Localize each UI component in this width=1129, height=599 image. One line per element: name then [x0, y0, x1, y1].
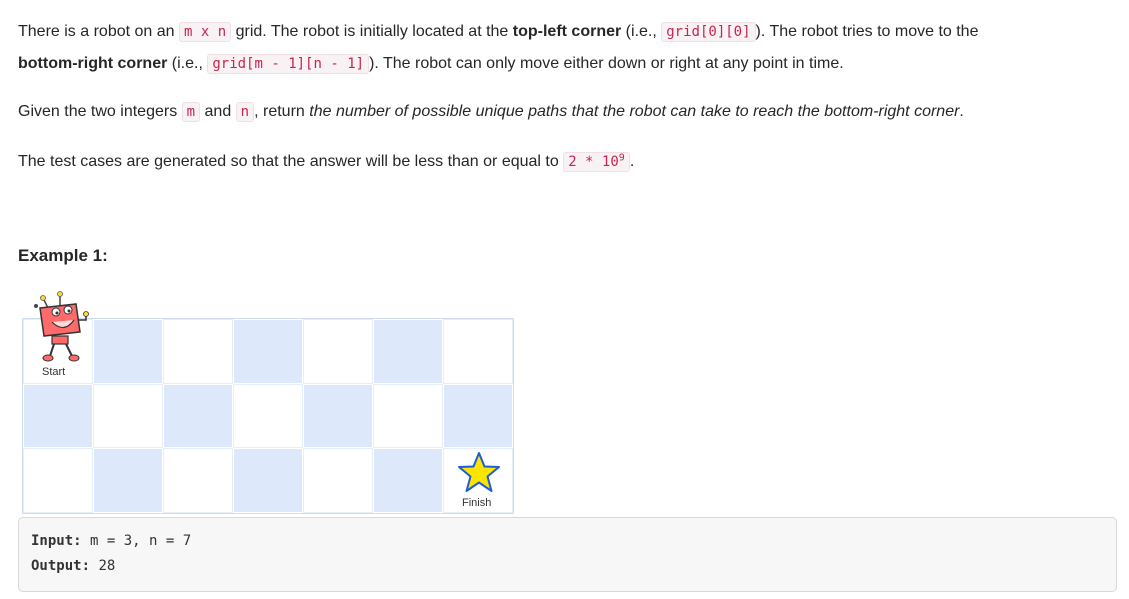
example-code-block: Input: m = 3, n = 7 Output: 28	[18, 517, 1117, 592]
grid-cell	[23, 383, 93, 449]
example-title: Example 1:	[18, 246, 108, 265]
grid-cell	[443, 383, 513, 449]
grid-cell	[93, 383, 163, 449]
grid-cell	[23, 448, 93, 513]
text: .	[959, 103, 964, 120]
inline-code: grid[m - 1][n - 1]	[207, 54, 370, 74]
grid-cell	[303, 319, 373, 384]
problem-description: There is a robot on an m x n grid. The r…	[18, 16, 1118, 178]
grid-cell	[373, 383, 443, 449]
text: (i.e.,	[167, 55, 208, 72]
grid-cell	[233, 383, 303, 449]
code-text: 2 * 10	[568, 154, 619, 170]
example-input-line: Input: m = 3, n = 7	[31, 529, 1104, 554]
grid-cell	[163, 448, 233, 513]
grid-cell	[163, 383, 233, 449]
bold-text: top-left corner	[512, 23, 622, 40]
grid-cell	[373, 319, 443, 384]
text: ). The robot tries to move to the	[755, 23, 979, 40]
description-paragraph-2: Given the two integers m and n, return t…	[18, 96, 1118, 128]
inline-code: n	[235, 102, 255, 122]
text: Given the two integers	[18, 103, 182, 120]
grid-cell	[233, 448, 303, 513]
italic-text: the number of possible unique paths that…	[309, 103, 960, 120]
text: .	[629, 153, 635, 170]
grid-cell	[443, 319, 513, 384]
inline-code: m x n	[178, 22, 232, 42]
grid-cell	[93, 319, 163, 384]
inline-code: grid[0][0]	[661, 22, 756, 42]
input-value: m = 3, n = 7	[81, 533, 192, 549]
description-paragraph-1: There is a robot on an m x n grid. The r…	[18, 16, 1118, 80]
finish-label: Finish	[462, 497, 492, 509]
grid-cell	[303, 448, 373, 513]
example-grid-image: Start Finish	[22, 291, 514, 514]
input-label: Input:	[31, 533, 82, 549]
bold-text: bottom-right corner	[18, 55, 168, 72]
text: grid. The robot is initially located at …	[231, 23, 513, 40]
text: (i.e.,	[621, 23, 662, 40]
output-label: Output:	[31, 558, 91, 574]
superscript: 9	[618, 152, 625, 164]
text: , return	[254, 103, 310, 120]
inline-code: 2 * 109	[563, 152, 630, 172]
grid-cell	[93, 448, 163, 513]
star-icon	[458, 452, 500, 492]
start-label: Start	[42, 366, 66, 378]
grid-cell	[303, 383, 373, 449]
example-output-line: Output: 28	[31, 554, 1104, 579]
description-paragraph-3: The test cases are generated so that the…	[18, 146, 1118, 178]
output-value: 28	[90, 558, 116, 574]
robot-icon	[34, 291, 89, 362]
grid-cell	[373, 448, 443, 513]
text: The test cases are generated so that the…	[18, 153, 564, 170]
inline-code: m	[181, 102, 201, 122]
grid-cell	[163, 319, 233, 384]
text: There is a robot on an	[18, 23, 179, 40]
text: and	[200, 103, 236, 120]
text: ). The robot can only move either down o…	[369, 55, 844, 72]
grid	[22, 318, 514, 514]
grid-cell	[233, 319, 303, 384]
